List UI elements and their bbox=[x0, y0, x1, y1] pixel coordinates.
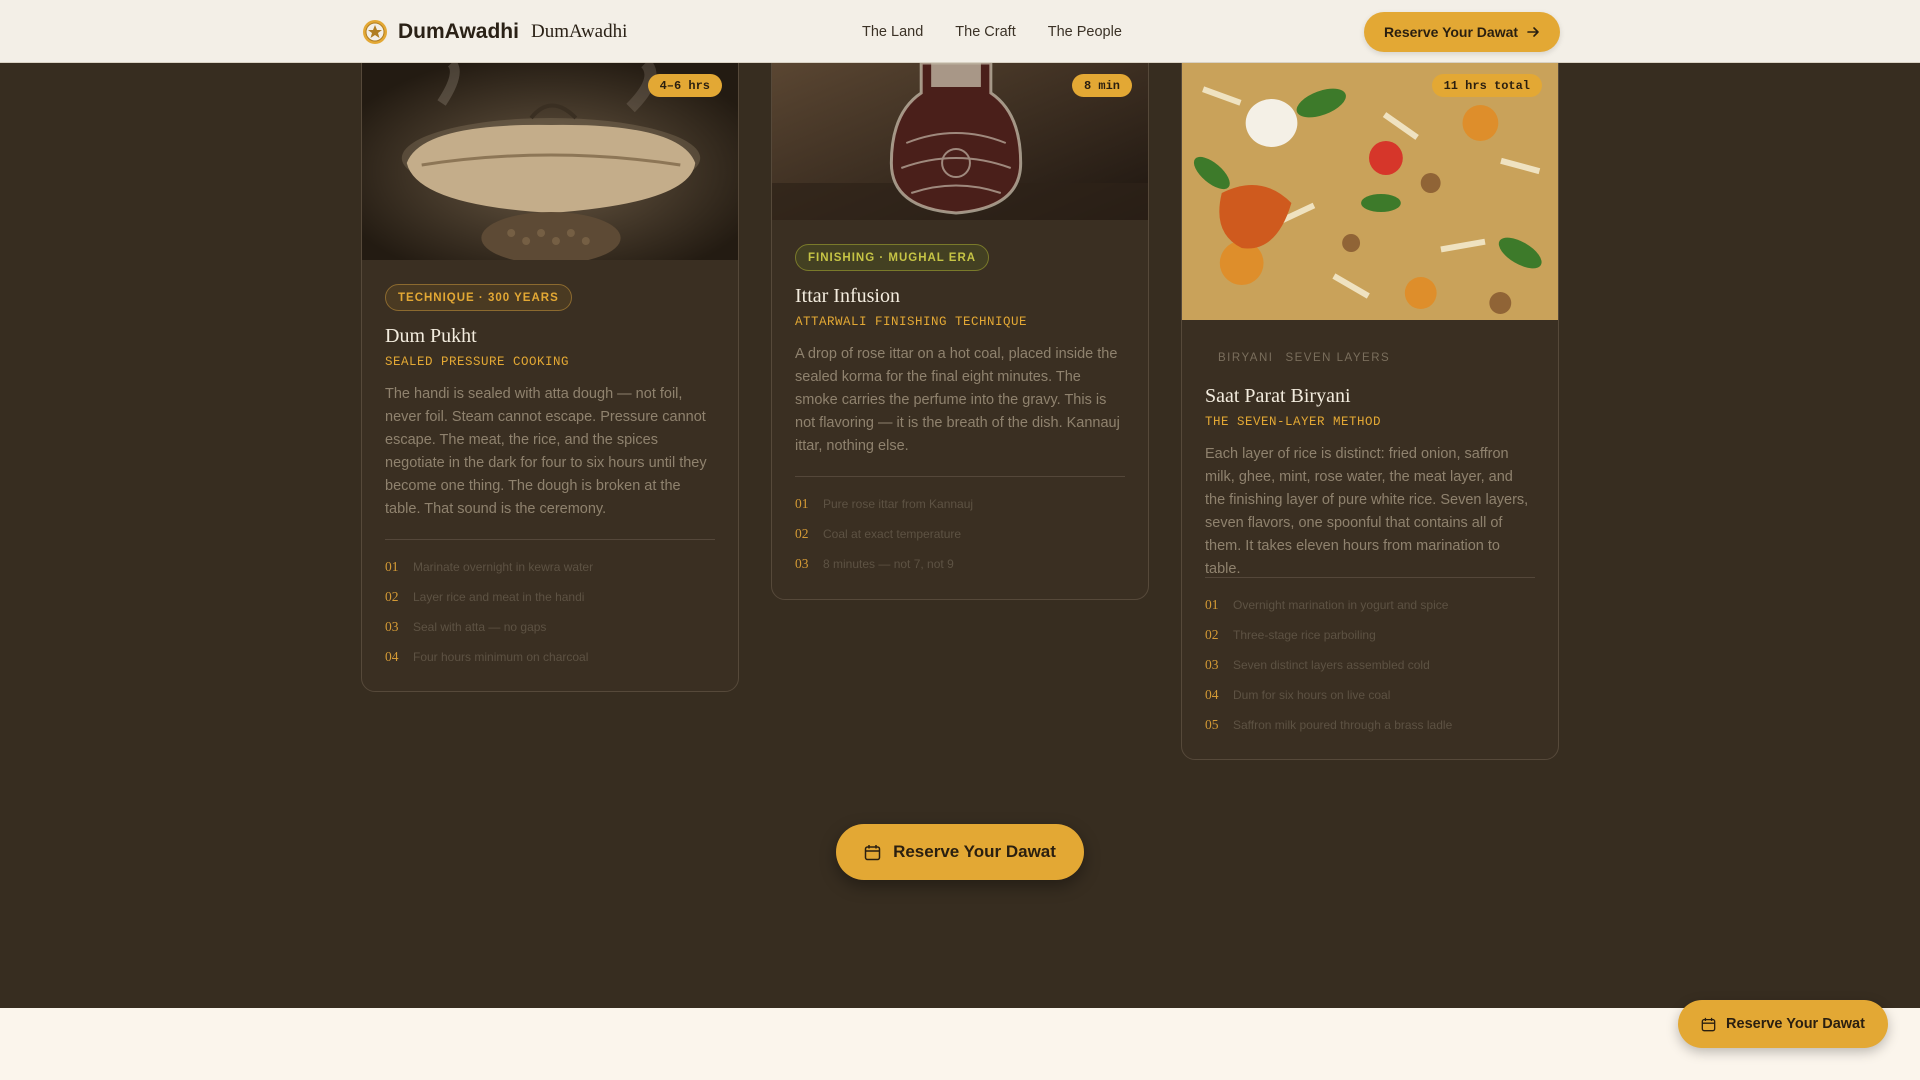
step-text: Seal with atta — no gaps bbox=[413, 620, 547, 634]
step-number: 02 bbox=[385, 589, 399, 604]
header-reserve-button[interactable]: Reserve Your Dawat bbox=[1364, 12, 1560, 52]
time-badge: 8 min bbox=[1071, 74, 1132, 97]
step-number: 03 bbox=[795, 556, 809, 571]
step-text: Saffron milk poured through a brass ladl… bbox=[1233, 718, 1453, 732]
step-text: Marinate overnight in kewra water bbox=[413, 560, 594, 574]
card-description: Each layer of rice is distinct: fried on… bbox=[1205, 446, 1529, 577]
brand[interactable]: DumAwadhi DumAwadhi bbox=[362, 0, 627, 63]
step-number: 01 bbox=[1205, 597, 1219, 612]
card-description: A drop of rose ittar on a hot coal, plac… bbox=[795, 346, 1120, 454]
divider bbox=[385, 539, 715, 540]
step-number: 03 bbox=[385, 619, 399, 634]
step-text: Overnight marination in yogurt and spice bbox=[1233, 598, 1449, 612]
step-text: Three-stage rice parboiling bbox=[1233, 628, 1376, 642]
step-item: 05 Saffron milk poured through a brass l… bbox=[1205, 717, 1452, 733]
step-item: 02 Layer rice and meat in the handi bbox=[385, 589, 584, 605]
step-item: 01 Pure rose ittar from Kannauj bbox=[795, 496, 973, 512]
step-number: 04 bbox=[385, 649, 399, 664]
main-nav: The Land The Craft The People bbox=[862, 0, 1122, 63]
step-text: Coal at exact temperature bbox=[823, 527, 962, 541]
time-badge: 11 hrs total bbox=[1431, 74, 1542, 97]
step-number: 04 bbox=[1205, 687, 1219, 702]
step-number: 01 bbox=[385, 559, 399, 574]
step-number: 02 bbox=[1205, 627, 1219, 642]
card-title: Dum Pukht bbox=[385, 325, 477, 347]
category-tag: FINISHING · MUGHAL ERA bbox=[795, 244, 990, 271]
card-saat-parat-biryani: 11 hrs total BIRYANI SEVEN LAYERS Saat P… bbox=[1181, 62, 1559, 760]
calendar-icon bbox=[1701, 1017, 1716, 1031]
category-tag: TECHNIQUE · 300 YEARS bbox=[385, 284, 572, 311]
category-tag-part: SEVEN LAYERS bbox=[1285, 351, 1391, 364]
card-subtitle: ATTARWALI FINISHING TECHNIQUE bbox=[795, 315, 1028, 329]
nav-link-the-craft[interactable]: The Craft bbox=[955, 24, 1015, 40]
step-item: 01 Overnight marination in yogurt and sp… bbox=[1205, 597, 1448, 613]
divider bbox=[795, 476, 1125, 477]
emblem-icon bbox=[363, 19, 387, 44]
step-text: 8 minutes — not 7, not 9 bbox=[823, 557, 954, 571]
card-subtitle: SEALED PRESSURE COOKING bbox=[385, 355, 570, 369]
card-title: Saat Parat Biryani bbox=[1205, 385, 1351, 407]
step-item: 02 Coal at exact temperature bbox=[795, 526, 961, 542]
nav-link-the-people[interactable]: The People bbox=[1048, 24, 1122, 40]
step-text: Layer rice and meat in the handi bbox=[413, 590, 585, 604]
calendar-icon bbox=[864, 844, 881, 860]
card-ittar-infusion: 8 min FINISHING · MUGHAL ERA Ittar Infus… bbox=[771, 62, 1149, 600]
step-number: 01 bbox=[795, 496, 809, 511]
step-text: Four hours minimum on charcoal bbox=[413, 650, 589, 664]
step-text: Seven distinct layers assembled cold bbox=[1233, 658, 1430, 672]
light-section bbox=[0, 1008, 1920, 1080]
card-title: Ittar Infusion bbox=[795, 285, 900, 307]
header-reserve-label: Reserve Your Dawat bbox=[1383, 24, 1519, 40]
card-description: The handi is sealed with atta dough — no… bbox=[385, 386, 707, 517]
brand-wordmark: DumAwadhi bbox=[530, 20, 628, 42]
step-item: 03 Seven distinct layers assembled cold bbox=[1205, 657, 1430, 673]
step-item: 04 Dum for six hours on live coal bbox=[1205, 687, 1390, 703]
category-tag: BIRYANI SEVEN LAYERS bbox=[1205, 344, 1403, 371]
card-dum-pukht: 4–6 hrs TECHNIQUE · 300 YEARS Dum Pukht … bbox=[361, 62, 739, 692]
step-text: Pure rose ittar from Kannauj bbox=[823, 497, 974, 511]
reserve-dawat-label: Reserve Your Dawat bbox=[893, 842, 1056, 861]
step-item: 02 Three-stage rice parboiling bbox=[1205, 627, 1376, 643]
top-navigation-bar: DumAwadhi DumAwadhi The Land The Craft T… bbox=[0, 0, 1920, 63]
step-number: 05 bbox=[1205, 717, 1219, 732]
nav-link-the-land[interactable]: The Land bbox=[862, 24, 923, 40]
step-number: 02 bbox=[795, 526, 809, 541]
divider bbox=[1205, 577, 1535, 578]
time-badge: 4–6 hrs bbox=[647, 74, 722, 97]
step-item: 04 Four hours minimum on charcoal bbox=[385, 649, 588, 665]
category-tag-part: BIRYANI bbox=[1218, 351, 1274, 364]
floating-reserve-label: Reserve Your Dawat bbox=[1726, 1016, 1865, 1032]
step-item: 03 8 minutes — not 7, not 9 bbox=[795, 556, 954, 572]
step-item: 01 Marinate overnight in kewra water bbox=[385, 559, 593, 575]
card-subtitle: THE SEVEN-LAYER METHOD bbox=[1205, 415, 1382, 429]
step-text: Dum for six hours on live coal bbox=[1233, 688, 1391, 702]
step-number: 03 bbox=[1205, 657, 1219, 672]
floating-reserve-button[interactable]: Reserve Your Dawat bbox=[1678, 1000, 1888, 1048]
step-item: 03 Seal with atta — no gaps bbox=[385, 619, 546, 635]
arrow-right-icon bbox=[1527, 27, 1539, 37]
card-image-biryani bbox=[1182, 63, 1558, 320]
reserve-dawat-button[interactable]: Reserve Your Dawat bbox=[836, 824, 1084, 880]
brand-name: DumAwadhi bbox=[398, 19, 519, 43]
